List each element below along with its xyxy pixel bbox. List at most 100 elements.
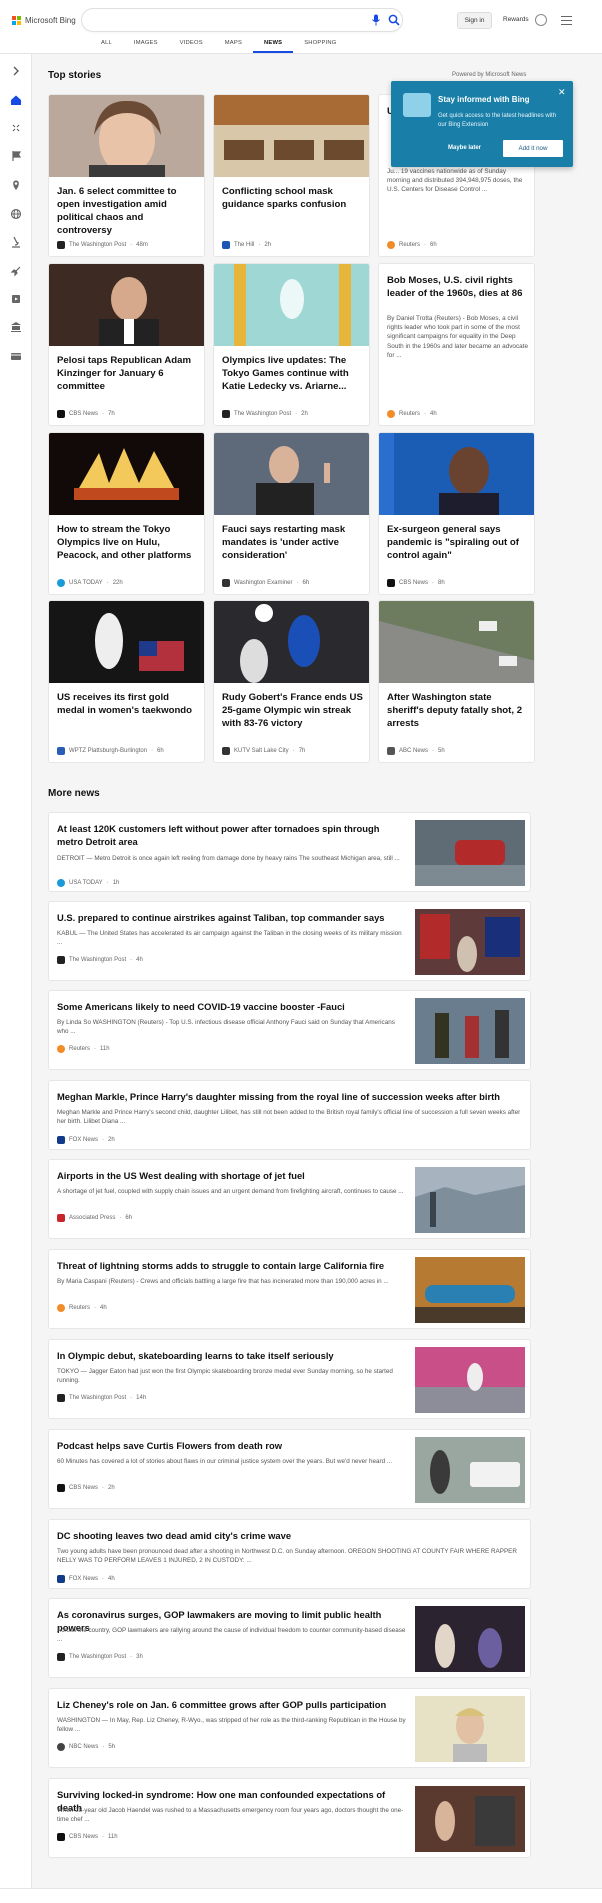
tab-shopping[interactable]: SHOPPING: [293, 40, 347, 53]
news-title[interactable]: Threat of lightning storms adds to strug…: [57, 1259, 407, 1272]
news-title[interactable]: Podcast helps save Curtis Flowers from d…: [57, 1439, 407, 1452]
news-title[interactable]: At least 120K customers left without pow…: [57, 822, 407, 848]
location-pin-icon[interactable]: [9, 178, 23, 192]
news-thumbnail: [415, 1696, 525, 1762]
wptz-logo-icon: [57, 747, 65, 755]
search-icon[interactable]: [388, 14, 400, 26]
news-title[interactable]: U.S. prepared to continue airstrikes aga…: [57, 911, 407, 924]
tab-videos[interactable]: VIDEOS: [169, 40, 214, 53]
news-item[interactable]: Threat of lightning storms adds to strug…: [48, 1249, 531, 1329]
rewards-link[interactable]: Rewards: [503, 16, 529, 23]
news-item[interactable]: Podcast helps save Curtis Flowers from d…: [48, 1429, 531, 1509]
card-icon[interactable]: [9, 349, 23, 363]
sign-in-button[interactable]: Sign in: [457, 12, 492, 29]
the-hill-logo-icon: [222, 241, 230, 249]
story-card[interactable]: Fauci says restarting mask mandates is '…: [213, 432, 370, 595]
story-card[interactable]: Pelosi taps Republican Adam Kinzinger fo…: [48, 263, 205, 426]
category-sidebar: [0, 54, 32, 1903]
tab-news[interactable]: NEWS: [253, 40, 294, 53]
news-thumbnail: [415, 1347, 525, 1413]
search-box[interactable]: [82, 9, 402, 31]
sparkle-icon[interactable]: [9, 121, 23, 135]
bing-logo[interactable]: Microsoft Bing: [12, 16, 76, 25]
news-item[interactable]: At least 120K customers left without pow…: [48, 812, 531, 892]
news-snippet: WASHINGTON — In May, Rep. Liz Cheney, R-…: [57, 1717, 406, 1733]
news-item[interactable]: Some Americans likely to need COVID-19 v…: [48, 990, 531, 1070]
ap-logo-icon: [57, 1214, 65, 1222]
story-title[interactable]: After Washington state sheriff's deputy …: [387, 691, 529, 730]
story-card[interactable]: How to stream the Tokyo Olympics live on…: [48, 432, 205, 595]
story-source: USA TODAY · 22h: [57, 579, 123, 587]
news-item[interactable]: In Olympic debut, skateboarding learns t…: [48, 1339, 531, 1419]
story-title[interactable]: Bob Moses, U.S. civil rights leader of t…: [387, 274, 529, 300]
close-icon[interactable]: ✕: [558, 87, 566, 98]
news-title[interactable]: In Olympic debut, skateboarding learns t…: [57, 1349, 407, 1362]
bank-icon[interactable]: [9, 320, 23, 334]
news-item[interactable]: Airports in the US West dealing with sho…: [48, 1159, 531, 1239]
rocket-icon[interactable]: [9, 264, 23, 278]
tab-all[interactable]: ALL: [90, 40, 123, 53]
menu-icon[interactable]: [561, 16, 572, 25]
cbs-logo-icon: [57, 1833, 65, 1841]
fox-news-logo-icon: [57, 1136, 65, 1144]
news-thumbnail: [415, 909, 525, 975]
news-source: The Washington Post · 3h: [57, 1653, 143, 1661]
rewards-trophy-icon[interactable]: [535, 14, 547, 26]
brand-name: Microsoft Bing: [25, 16, 76, 25]
story-title[interactable]: How to stream the Tokyo Olympics live on…: [57, 523, 199, 562]
microscope-icon[interactable]: [9, 235, 23, 249]
globe-icon[interactable]: [9, 207, 23, 221]
story-image: [214, 433, 369, 517]
maybe-later-button[interactable]: Maybe later: [448, 145, 481, 151]
story-image: [49, 601, 204, 683]
story-card[interactable]: Rudy Gobert's France ends US 25-game Oly…: [213, 600, 370, 763]
story-card[interactable]: Conflicting school mask guidance sparks …: [213, 94, 370, 257]
story-source: ABC News · 5h: [387, 747, 445, 755]
story-card[interactable]: Ex-surgeon general says pandemic is "spi…: [378, 432, 535, 595]
film-icon[interactable]: [9, 292, 23, 306]
news-item[interactable]: Liz Cheney's role on Jan. 6 committee gr…: [48, 1688, 531, 1768]
news-title[interactable]: DC shooting leaves two dead amid city's …: [57, 1529, 522, 1542]
story-card[interactable]: Bob Moses, U.S. civil rights leader of t…: [378, 263, 535, 426]
story-card[interactable]: After Washington state sheriff's deputy …: [378, 600, 535, 763]
news-title[interactable]: Some Americans likely to need COVID-19 v…: [57, 1000, 407, 1013]
tab-maps[interactable]: MAPS: [214, 40, 253, 53]
expand-chevron-icon[interactable]: [9, 64, 23, 78]
tab-images[interactable]: IMAGES: [123, 40, 169, 53]
add-extension-button[interactable]: Add it now: [503, 140, 563, 157]
news-title[interactable]: Airports in the US West dealing with sho…: [57, 1169, 407, 1182]
story-image: [379, 433, 534, 517]
story-title[interactable]: Pelosi taps Republican Adam Kinzinger fo…: [57, 354, 199, 393]
story-title[interactable]: US receives its first gold medal in wome…: [57, 691, 199, 717]
microphone-icon[interactable]: [371, 14, 381, 26]
news-snippet: Meghan Markle and Prince Harry's second …: [57, 1109, 521, 1125]
story-card[interactable]: Olympics live updates: The Tokyo Games c…: [213, 263, 370, 426]
story-title[interactable]: Conflicting school mask guidance sparks …: [222, 185, 364, 211]
powered-by-label: Powered by Microsoft News: [452, 72, 527, 78]
windows-logo-icon: [12, 16, 21, 25]
news-title[interactable]: Meghan Markle, Prince Harry's daughter m…: [57, 1090, 522, 1103]
news-item[interactable]: DC shooting leaves two dead amid city's …: [48, 1519, 531, 1589]
story-source: CBS News · 7h: [57, 410, 115, 418]
news-thumbnail: [415, 1167, 525, 1233]
flag-icon[interactable]: [9, 149, 23, 163]
news-item[interactable]: Meghan Markle, Prince Harry's daughter m…: [48, 1080, 531, 1150]
news-source: Reuters · 11h: [57, 1045, 110, 1053]
story-card[interactable]: Jan. 6 select committee to open investig…: [48, 94, 205, 257]
story-title[interactable]: Jan. 6 select committee to open investig…: [57, 185, 199, 237]
story-title[interactable]: Rudy Gobert's France ends US 25-game Oly…: [222, 691, 364, 730]
reuters-logo-icon: [387, 241, 395, 249]
wapo-logo-icon: [57, 956, 65, 964]
story-title[interactable]: Fauci says restarting mask mandates is '…: [222, 523, 364, 562]
news-item[interactable]: Surviving locked-in syndrome: How one ma…: [48, 1778, 531, 1858]
story-title[interactable]: Olympics live updates: The Tokyo Games c…: [222, 354, 364, 393]
reuters-logo-icon: [57, 1304, 65, 1312]
search-input[interactable]: [92, 13, 352, 27]
news-item[interactable]: U.S. prepared to continue airstrikes aga…: [48, 901, 531, 981]
news-item[interactable]: As coronavirus surges, GOP lawmakers are…: [48, 1598, 531, 1678]
home-icon[interactable]: [9, 93, 23, 107]
story-title[interactable]: Ex-surgeon general says pandemic is "spi…: [387, 523, 529, 562]
story-card[interactable]: US receives its first gold medal in wome…: [48, 600, 205, 763]
news-title[interactable]: Liz Cheney's role on Jan. 6 committee gr…: [57, 1698, 407, 1711]
wapo-logo-icon: [57, 1394, 65, 1402]
